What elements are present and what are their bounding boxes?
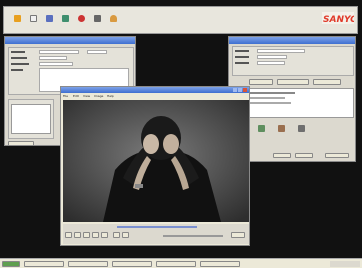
viewer-controls-bar [63, 224, 249, 244]
taskbar [0, 258, 362, 268]
menu-edit[interactable]: Edit [73, 94, 79, 98]
details-label [235, 50, 249, 52]
ok-button[interactable] [273, 153, 291, 158]
records-panel [8, 99, 54, 139]
cancel-button[interactable] [295, 153, 313, 158]
record-icon[interactable] [78, 15, 85, 22]
photo-frame [63, 100, 249, 222]
form-label [11, 51, 25, 53]
film-icon[interactable] [94, 15, 101, 22]
close-icon[interactable] [243, 88, 247, 92]
apply-button[interactable] [325, 153, 349, 158]
viewer-menubar: File Edit View Image Help [63, 94, 249, 99]
folder-icon[interactable] [14, 15, 21, 22]
viewer-close-button[interactable] [231, 232, 245, 238]
menu-image[interactable]: Image [94, 94, 103, 98]
next-icon[interactable] [92, 232, 99, 238]
details-field[interactable] [257, 61, 285, 65]
maximize-icon[interactable] [238, 88, 242, 92]
tool-icon[interactable] [298, 125, 305, 132]
brand-logo: SANYO [322, 12, 358, 25]
photo-image [63, 100, 249, 222]
form-label [11, 63, 29, 65]
menu-help[interactable]: Help [107, 94, 114, 98]
form-field[interactable] [39, 56, 67, 60]
start-button[interactable] [2, 261, 20, 267]
details-field[interactable] [257, 49, 305, 53]
person-icon[interactable] [110, 15, 117, 22]
form-field[interactable] [39, 50, 79, 54]
details-panel [232, 46, 354, 76]
form-button[interactable] [8, 141, 34, 146]
details-icon-row [232, 123, 354, 137]
details-label [235, 62, 249, 64]
taskbar-item[interactable] [24, 261, 64, 267]
details-label [235, 56, 249, 58]
minimize-icon[interactable] [233, 88, 237, 92]
play-icon[interactable] [83, 232, 90, 238]
form-field[interactable] [87, 50, 107, 54]
form-field[interactable] [39, 62, 73, 66]
monitor-icon[interactable] [62, 15, 69, 22]
last-icon[interactable] [101, 232, 108, 238]
form-label [11, 57, 27, 59]
taskbar-item[interactable] [156, 261, 196, 267]
viewer-controls [233, 88, 247, 92]
details-grid[interactable] [232, 88, 354, 118]
nav-buttons [65, 232, 155, 240]
slider-track[interactable] [163, 235, 223, 237]
system-tray [330, 261, 360, 267]
details-titlebar [229, 37, 355, 44]
details-button[interactable] [249, 79, 273, 85]
taskbar-item[interactable] [68, 261, 108, 267]
status-text-line [117, 226, 197, 228]
menu-file[interactable]: File [63, 94, 68, 98]
image-viewer-window: File Edit View Image Help [60, 86, 250, 246]
brand-logo-mark: SANYO [323, 15, 358, 25]
details-field[interactable] [257, 55, 287, 59]
rotate-icon[interactable] [122, 232, 129, 238]
document-icon[interactable] [30, 15, 37, 22]
details-button[interactable] [313, 79, 341, 85]
main-toolbar-window: SANYO [3, 6, 358, 34]
menu-view[interactable]: View [83, 94, 90, 98]
tool-icon[interactable] [258, 125, 265, 132]
camera-icon[interactable] [46, 15, 53, 22]
toolbar-icons [12, 11, 142, 33]
viewer-titlebar [61, 87, 249, 93]
patient-form-titlebar [5, 37, 135, 44]
first-icon[interactable] [65, 232, 72, 238]
details-button[interactable] [277, 79, 309, 85]
form-label [11, 69, 23, 71]
svg-text:SANYO: SANYO [323, 15, 354, 24]
taskbar-item[interactable] [200, 261, 240, 267]
zoom-icon[interactable] [113, 232, 120, 238]
records-list[interactable] [11, 104, 51, 134]
tool-icon[interactable] [278, 125, 285, 132]
taskbar-item[interactable] [112, 261, 152, 267]
prev-icon[interactable] [74, 232, 81, 238]
